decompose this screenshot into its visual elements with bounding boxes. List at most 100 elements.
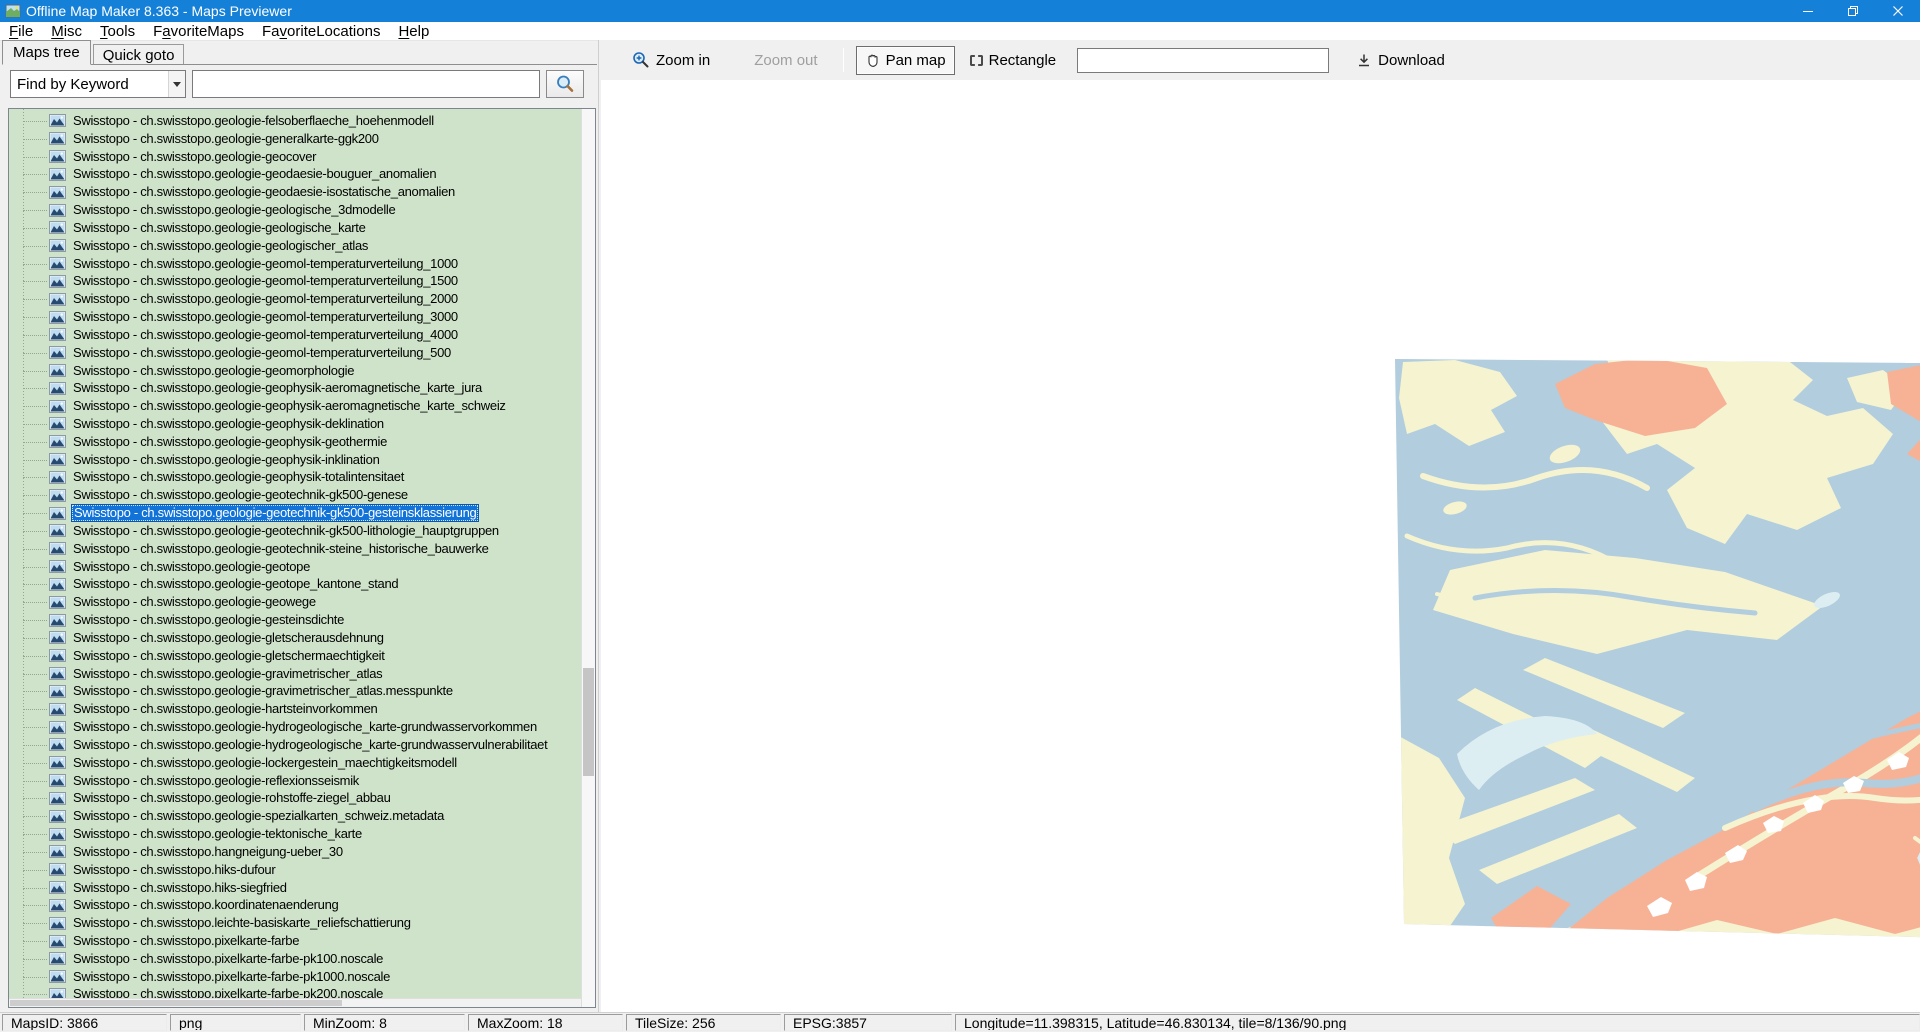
tree-item[interactable]: Swisstopo - ch.swisstopo.geologie-geophy… (9, 469, 581, 487)
tree-item[interactable]: Swisstopo - ch.swisstopo.geologie-tekton… (9, 825, 581, 843)
menu-item-tools[interactable]: Tools (91, 22, 144, 41)
tree-item[interactable]: Swisstopo - ch.swisstopo.geologie-geotec… (9, 522, 581, 540)
pan-map-button[interactable]: Pan map (856, 46, 955, 75)
tree-item[interactable]: Swisstopo - ch.swisstopo.hiks-dufour (9, 861, 581, 879)
tree-item[interactable]: Swisstopo - ch.swisstopo.geologie-geotec… (9, 540, 581, 558)
tree-item-label: Swisstopo - ch.swisstopo.geologie-geodae… (71, 184, 457, 200)
tree-item[interactable]: Swisstopo - ch.swisstopo.pixelkarte-farb… (9, 968, 581, 986)
tree-item[interactable]: Swisstopo - ch.swisstopo.geologie-geotec… (9, 486, 581, 504)
zoom-in-button[interactable]: Zoom in (623, 45, 719, 75)
tree-item[interactable]: Swisstopo - ch.swisstopo.geologie-hydrog… (9, 718, 581, 736)
tree-item[interactable]: Swisstopo - ch.swisstopo.geologie-locker… (9, 754, 581, 772)
rectangle-select-button[interactable]: Rectangle (961, 46, 1066, 75)
minimize-button[interactable] (1785, 0, 1830, 22)
tree-item[interactable]: Swisstopo - ch.swisstopo.leichte-basiska… (9, 914, 581, 932)
map-layer-icon (49, 524, 66, 537)
tree-item-label: Swisstopo - ch.swisstopo.geologie-genera… (71, 131, 381, 147)
tree-item[interactable]: Swisstopo - ch.swisstopo.geologie-felsob… (9, 112, 581, 130)
tree-item[interactable]: Swisstopo - ch.swisstopo.geologie-geotec… (9, 504, 581, 522)
close-button[interactable] (1875, 0, 1920, 22)
tree-item-label: Swisstopo - ch.swisstopo.geologie-gravim… (71, 683, 455, 699)
tree-item-label: Swisstopo - ch.swisstopo.pixelkarte-farb… (71, 933, 301, 949)
tree-item[interactable]: Swisstopo - ch.swisstopo.geologie-geotop… (9, 558, 581, 576)
tree-item[interactable]: Swisstopo - ch.swisstopo.geologie-geomor… (9, 362, 581, 380)
map-toolbar: Zoom in Zoom out Pan map Rectangle (601, 40, 1920, 80)
tree-item[interactable]: Swisstopo - ch.swisstopo.geologie-geophy… (9, 397, 581, 415)
tree-item-label: Swisstopo - ch.swisstopo.geologie-geomol… (71, 256, 460, 272)
map-layer-icon (49, 685, 66, 698)
status-maps-id: MapsID: 3866 (2, 1014, 167, 1031)
restore-button[interactable] (1830, 0, 1875, 22)
tree-item[interactable]: Swisstopo - ch.swisstopo.geologie-genera… (9, 130, 581, 148)
vertical-scrollbar-thumb[interactable] (583, 668, 594, 776)
zoom-out-button[interactable]: Zoom out (745, 46, 826, 75)
map-layer-icon (49, 400, 66, 413)
keyword-input[interactable] (192, 70, 540, 98)
status-epsg: EPSG:3857 (784, 1014, 952, 1031)
tree-item[interactable]: Swisstopo - ch.swisstopo.geologie-geophy… (9, 433, 581, 451)
tree-item[interactable]: Swisstopo - ch.swisstopo.pixelkarte-farb… (9, 932, 581, 950)
tree-item[interactable]: Swisstopo - ch.swisstopo.geologie-geomol… (9, 308, 581, 326)
map-viewport[interactable] (601, 80, 1920, 1012)
tree-item[interactable]: Swisstopo - ch.swisstopo.hangneigung-ueb… (9, 843, 581, 861)
tree-item[interactable]: Swisstopo - ch.swisstopo.koordinatenaend… (9, 896, 581, 914)
tree-item[interactable]: Swisstopo - ch.swisstopo.pixelkarte-farb… (9, 986, 581, 998)
tree-item-label: Swisstopo - ch.swisstopo.geologie-gestei… (71, 612, 346, 628)
rectangle-label: Rectangle (989, 52, 1057, 69)
menu-item-favoritemaps[interactable]: FavoriteMaps (144, 22, 253, 41)
tree-vertical-scrollbar[interactable] (581, 109, 595, 1007)
toolbar-coords-input[interactable] (1077, 48, 1329, 73)
tree-item[interactable]: Swisstopo - ch.swisstopo.geologie-geomol… (9, 255, 581, 273)
search-mode-dropdown[interactable]: Find by Keyword (10, 70, 186, 98)
zoom-in-label: Zoom in (656, 52, 710, 69)
tree-item-label: Swisstopo - ch.swisstopo.geologie-geolog… (71, 220, 368, 236)
tree-item[interactable]: Swisstopo - ch.swisstopo.geologie-geolog… (9, 219, 581, 237)
tree-item-label: Swisstopo - ch.swisstopo.hangneigung-ueb… (71, 844, 345, 860)
tree-item[interactable]: Swisstopo - ch.swisstopo.geologie-geomol… (9, 272, 581, 290)
tree-item[interactable]: Swisstopo - ch.swisstopo.geologie-geomol… (9, 326, 581, 344)
tree-item[interactable]: Swisstopo - ch.swisstopo.geologie-geophy… (9, 415, 581, 433)
tree-item[interactable]: Swisstopo - ch.swisstopo.geologie-geophy… (9, 451, 581, 469)
tree-item[interactable]: Swisstopo - ch.swisstopo.geologie-geoweg… (9, 593, 581, 611)
search-button[interactable] (546, 70, 584, 98)
tree-item[interactable]: Swisstopo - ch.swisstopo.geologie-gestei… (9, 611, 581, 629)
tree-item-label: Swisstopo - ch.swisstopo.geologie-geophy… (71, 434, 389, 450)
tree-item[interactable]: Swisstopo - ch.swisstopo.geologie-gravim… (9, 683, 581, 701)
dropdown-arrow-button[interactable] (168, 71, 185, 97)
close-icon (1893, 6, 1903, 16)
tree-item[interactable]: Swisstopo - ch.swisstopo.pixelkarte-farb… (9, 950, 581, 968)
tree-item[interactable]: Swisstopo - ch.swisstopo.geologie-geolog… (9, 237, 581, 255)
minimize-icon (1803, 11, 1813, 12)
map-layer-icon (49, 756, 66, 769)
map-layer-icon (49, 952, 66, 965)
tree-item[interactable]: Swisstopo - ch.swisstopo.geologie-geomol… (9, 290, 581, 308)
download-button[interactable]: Download (1347, 46, 1454, 75)
tree-item[interactable]: Swisstopo - ch.swisstopo.geologie-hydrog… (9, 736, 581, 754)
tree-item[interactable]: Swisstopo - ch.swisstopo.geologie-gletsc… (9, 629, 581, 647)
tree-item[interactable]: Swisstopo - ch.swisstopo.geologie-spezia… (9, 807, 581, 825)
tree-item[interactable]: Swisstopo - ch.swisstopo.geologie-geodae… (9, 165, 581, 183)
tree-item[interactable]: Swisstopo - ch.swisstopo.geologie-geolog… (9, 201, 581, 219)
menu-item-file[interactable]: File (0, 22, 42, 41)
map-layer-icon (49, 293, 66, 306)
tree-item-label: Swisstopo - ch.swisstopo.pixelkarte-farb… (71, 969, 392, 985)
menu-item-misc[interactable]: Misc (42, 22, 91, 41)
tree-item[interactable]: Swisstopo - ch.swisstopo.geologie-gletsc… (9, 647, 581, 665)
tab-quick-goto[interactable]: Quick goto (93, 44, 185, 64)
menu-item-favoritelocations[interactable]: FavoriteLocations (253, 22, 389, 41)
tab-maps-tree[interactable]: Maps tree (2, 40, 91, 65)
tree-item[interactable]: Swisstopo - ch.swisstopo.geologie-geotop… (9, 576, 581, 594)
menu-item-help[interactable]: Help (389, 22, 438, 41)
tree-item[interactable]: Swisstopo - ch.swisstopo.geologie-hartst… (9, 700, 581, 718)
tree-item[interactable]: Swisstopo - ch.swisstopo.geologie-geomol… (9, 344, 581, 362)
tree-item[interactable]: Swisstopo - ch.swisstopo.geologie-gravim… (9, 665, 581, 683)
tree-item[interactable]: Swisstopo - ch.swisstopo.geologie-geocov… (9, 148, 581, 166)
tree-item[interactable]: Swisstopo - ch.swisstopo.hiks-siegfried (9, 879, 581, 897)
tree-item[interactable]: Swisstopo - ch.swisstopo.geologie-geodae… (9, 183, 581, 201)
horizontal-scrollbar-thumb[interactable] (10, 1000, 342, 1006)
tree-horizontal-scrollbar[interactable] (9, 998, 581, 1007)
tree-item-label: Swisstopo - ch.swisstopo.geologie-geocov… (71, 149, 318, 165)
tree-item[interactable]: Swisstopo - ch.swisstopo.geologie-reflex… (9, 772, 581, 790)
tree-item[interactable]: Swisstopo - ch.swisstopo.geologie-rohsto… (9, 789, 581, 807)
tree-item[interactable]: Swisstopo - ch.swisstopo.geologie-geophy… (9, 379, 581, 397)
